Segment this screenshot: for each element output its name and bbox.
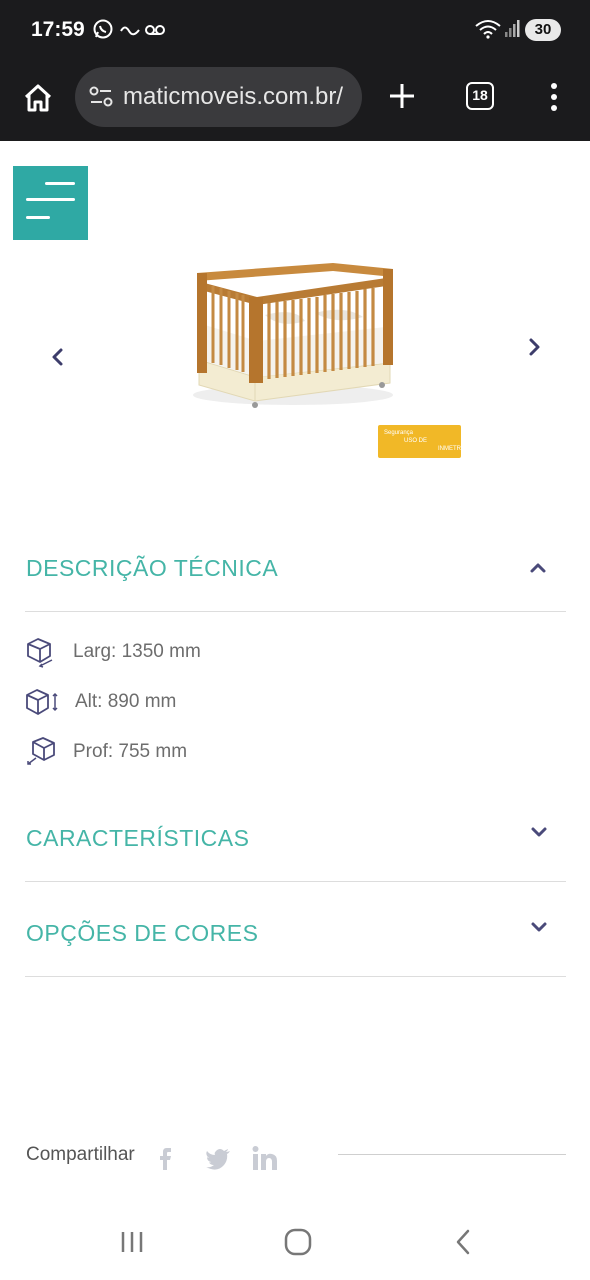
- chevron-up-icon[interactable]: [529, 561, 547, 575]
- gallery-prev-button[interactable]: [48, 345, 68, 369]
- new-tab-button[interactable]: [386, 80, 418, 112]
- section-title-technical[interactable]: DESCRIÇÃO TÉCNICA: [26, 555, 278, 582]
- tab-switcher-button[interactable]: 18: [466, 82, 494, 110]
- twitter-icon[interactable]: [204, 1144, 232, 1172]
- gallery-next-button[interactable]: [524, 335, 544, 359]
- site-settings-icon[interactable]: [89, 86, 113, 108]
- badge-line: INMETRO: [438, 446, 466, 452]
- facebook-icon[interactable]: [157, 1144, 175, 1172]
- spec-width: Larg: 1350 mm: [24, 636, 284, 668]
- width-box-icon: [24, 636, 60, 668]
- share-label: Compartilhar: [26, 1144, 135, 1165]
- home-nav-icon[interactable]: [283, 1228, 313, 1256]
- spec-depth-label: Prof: 755 mm: [73, 741, 188, 762]
- section-divider: [25, 881, 566, 882]
- spec-height: Alt: 890 mm: [24, 686, 284, 718]
- signal-icon: [503, 18, 521, 45]
- menu-line: [26, 216, 50, 219]
- inmetro-safety-badge: Segurança USO DE INMETRO: [378, 425, 466, 458]
- chevron-down-icon[interactable]: [530, 920, 548, 934]
- share-divider: [338, 1154, 566, 1155]
- spec-width-label: Larg: 1350 mm: [73, 641, 201, 662]
- badge-line: USO DE: [404, 438, 428, 444]
- recent-apps-icon[interactable]: [119, 1228, 149, 1256]
- battery-indicator: 30: [525, 19, 561, 41]
- whatsapp-icon: [92, 18, 114, 45]
- browser-chrome: 17:59 30 maticmoveis.com.br/ 18: [0, 0, 590, 141]
- section-divider: [25, 611, 566, 612]
- menu-line: [26, 198, 75, 201]
- section-title-colors[interactable]: OPÇÕES DE CORES: [26, 920, 258, 947]
- hamburger-menu-button[interactable]: [13, 166, 88, 240]
- spec-height-label: Alt: 890 mm: [75, 691, 177, 712]
- chevron-down-icon[interactable]: [530, 825, 548, 839]
- spec-depth: Prof: 755 mm: [24, 736, 284, 768]
- more-options-icon[interactable]: [540, 80, 568, 114]
- voicemail-icon: [144, 18, 166, 45]
- section-title-features[interactable]: CARACTERÍSTICAS: [26, 825, 249, 852]
- url-text[interactable]: maticmoveis.com.br/: [123, 83, 355, 111]
- wifi-icon: [474, 18, 502, 45]
- linkedin-icon[interactable]: [251, 1144, 279, 1172]
- status-bar: 17:59 30: [0, 0, 590, 60]
- section-divider: [25, 976, 566, 977]
- depth-box-icon: [24, 736, 60, 768]
- home-button[interactable]: [20, 80, 56, 116]
- back-nav-icon[interactable]: [450, 1228, 480, 1256]
- menu-line: [45, 182, 75, 185]
- product-image-crib: [185, 255, 405, 415]
- address-bar[interactable]: maticmoveis.com.br/: [75, 67, 362, 127]
- notification-icon: [119, 18, 141, 45]
- height-box-icon: [24, 686, 60, 718]
- badge-line: Segurança: [384, 430, 414, 436]
- status-time: 17:59: [31, 18, 85, 41]
